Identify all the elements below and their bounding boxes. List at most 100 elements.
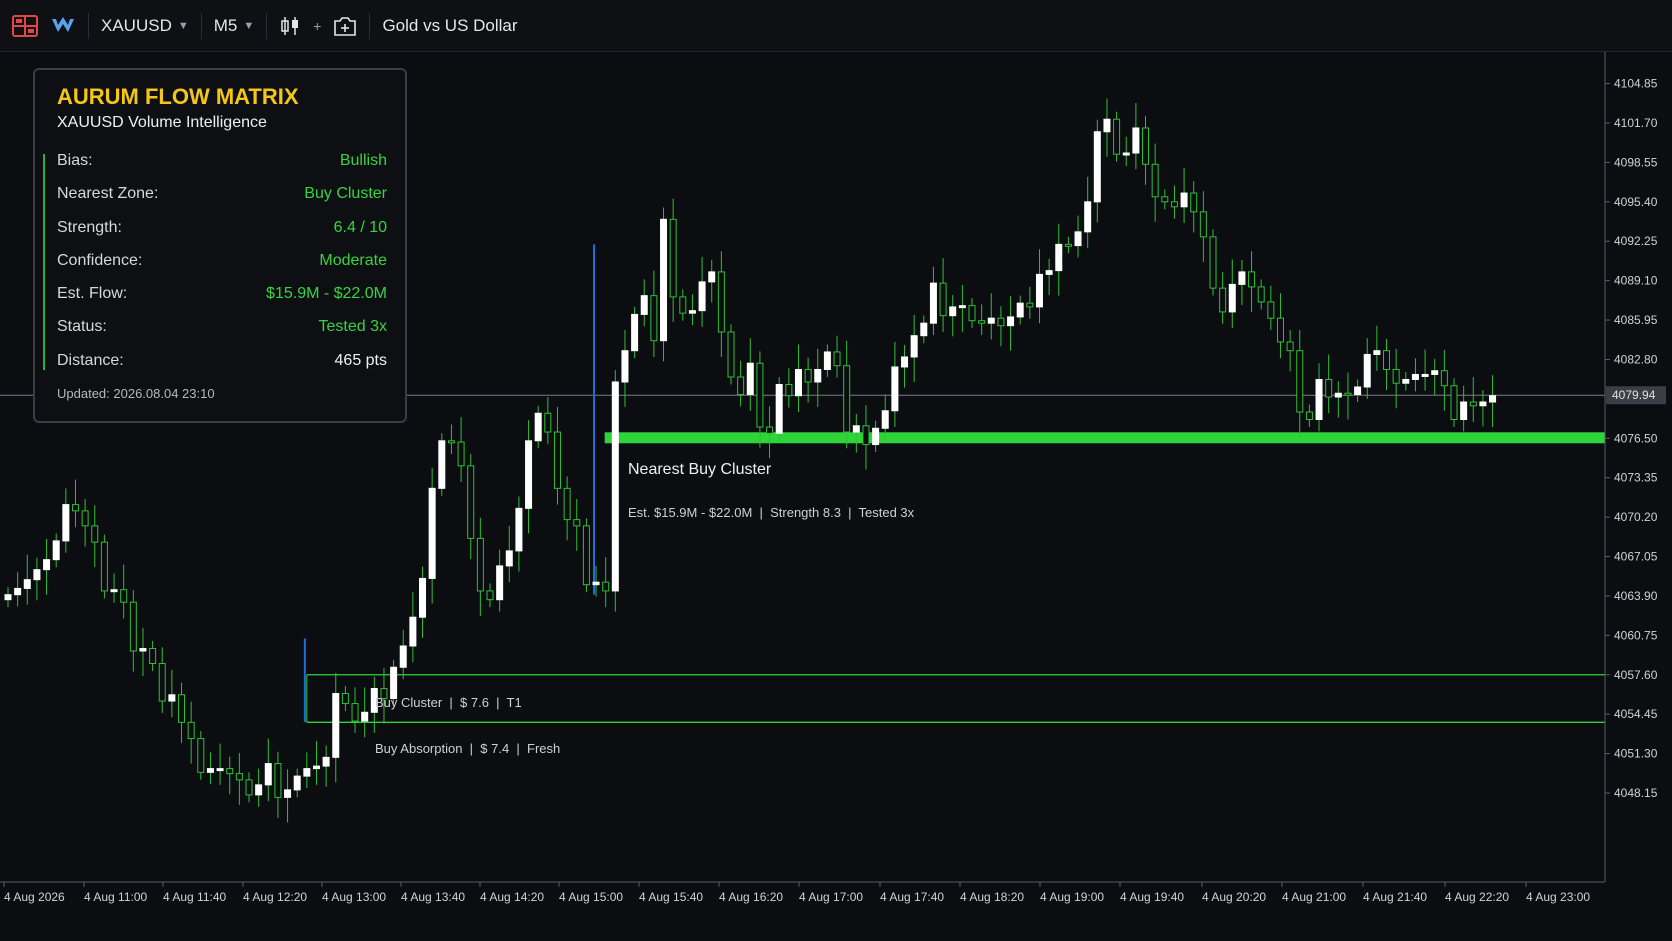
candle-body bbox=[1469, 401, 1477, 407]
candle-body bbox=[457, 441, 465, 467]
candle-body bbox=[746, 362, 754, 395]
candle-body bbox=[1325, 378, 1333, 398]
candle-body bbox=[1450, 385, 1458, 421]
panel-row-strength: Strength: 6.4 / 10 bbox=[57, 219, 387, 243]
time-label: 4 Aug 19:40 bbox=[1120, 890, 1184, 904]
candle-body bbox=[688, 310, 696, 314]
candle-body bbox=[1161, 196, 1169, 203]
candle-body bbox=[332, 693, 340, 758]
candle-body bbox=[62, 504, 70, 542]
candle-body bbox=[1431, 370, 1439, 375]
add-indicator-icon[interactable]: + bbox=[313, 18, 321, 34]
price-label: 4092.25 bbox=[1614, 234, 1658, 248]
candle-body bbox=[958, 305, 966, 309]
candle-body bbox=[1074, 231, 1082, 247]
candle-body bbox=[1296, 350, 1304, 413]
candle-body bbox=[178, 694, 186, 723]
candle-body bbox=[910, 335, 918, 358]
time-label: 4 Aug 22:20 bbox=[1445, 890, 1509, 904]
price-label: 4076.50 bbox=[1614, 431, 1658, 445]
candle-body bbox=[255, 784, 263, 796]
candle-body bbox=[226, 768, 234, 775]
price-label: 4063.90 bbox=[1614, 589, 1658, 603]
broker-logo-icon[interactable] bbox=[50, 16, 76, 36]
candle-body bbox=[419, 577, 427, 618]
candle-body bbox=[1305, 411, 1313, 421]
time-label: 4 Aug 21:00 bbox=[1282, 890, 1346, 904]
time-label: 4 Aug 2026 bbox=[4, 890, 65, 904]
candle-body bbox=[978, 320, 986, 324]
candle-body bbox=[1007, 316, 1015, 327]
price-label: 4051.30 bbox=[1614, 747, 1658, 761]
candle-body bbox=[1276, 317, 1284, 343]
time-label: 4 Aug 19:00 bbox=[1040, 890, 1104, 904]
candle-body bbox=[110, 589, 118, 593]
symbol-label: XAUUSD bbox=[101, 15, 172, 35]
candle-body bbox=[1354, 386, 1362, 395]
candle-body bbox=[1334, 392, 1342, 398]
candle-body bbox=[341, 693, 349, 705]
candle-body bbox=[737, 376, 745, 395]
candle-body bbox=[939, 282, 947, 317]
candle-body bbox=[804, 368, 812, 383]
panel-title: AURUM FLOW MATRIX bbox=[57, 84, 299, 109]
time-label: 4 Aug 17:00 bbox=[799, 890, 863, 904]
candle-body bbox=[438, 440, 446, 489]
candle-body bbox=[1103, 118, 1111, 133]
candle-body bbox=[1084, 201, 1092, 233]
candle-body bbox=[1064, 243, 1072, 247]
candle-body bbox=[361, 711, 369, 722]
candle-body bbox=[987, 317, 995, 324]
candle-body bbox=[197, 738, 205, 773]
candle-body bbox=[1122, 152, 1130, 156]
candle-body bbox=[4, 594, 12, 601]
candle-body bbox=[862, 425, 870, 446]
candle-body bbox=[23, 579, 31, 589]
candle-body bbox=[168, 694, 176, 702]
candle-body bbox=[1373, 350, 1381, 355]
candle-body bbox=[1016, 302, 1024, 318]
time-label: 4 Aug 14:20 bbox=[480, 890, 544, 904]
candle-body bbox=[351, 703, 359, 722]
candle-body bbox=[582, 525, 590, 586]
candle-body bbox=[1209, 236, 1217, 289]
candle-body bbox=[1055, 243, 1063, 272]
panel-row-zone: Nearest Zone: Buy Cluster bbox=[57, 185, 387, 209]
candle-body bbox=[245, 779, 253, 796]
price-label: 4060.75 bbox=[1614, 628, 1658, 642]
candle-body bbox=[929, 282, 937, 324]
candle-body bbox=[1344, 392, 1352, 396]
time-label: 4 Aug 16:20 bbox=[719, 890, 783, 904]
candle-body bbox=[573, 519, 581, 527]
candle-body bbox=[149, 647, 157, 665]
candle-body bbox=[1228, 283, 1236, 313]
screenshot-icon[interactable] bbox=[333, 15, 357, 37]
zone-value: Buy Cluster bbox=[304, 185, 387, 202]
symbol-selector[interactable]: XAUUSD ▼ bbox=[101, 16, 189, 36]
candle-body bbox=[544, 412, 552, 433]
candle-body bbox=[43, 559, 51, 571]
candle-body bbox=[553, 431, 561, 489]
candle-body bbox=[1411, 373, 1419, 380]
time-label: 4 Aug 15:40 bbox=[639, 890, 703, 904]
bias-label: Bias: bbox=[57, 152, 93, 169]
candle-body bbox=[852, 425, 860, 433]
candle-body bbox=[399, 645, 407, 668]
candle-body bbox=[52, 540, 60, 561]
panel-subtitle: XAUUSD Volume Intelligence bbox=[57, 114, 267, 131]
candle-body bbox=[534, 412, 542, 442]
distance-value: 465 pts bbox=[334, 352, 387, 369]
candle-body bbox=[505, 550, 513, 567]
distance-label: Distance: bbox=[57, 352, 124, 369]
layout-grid-icon[interactable] bbox=[12, 14, 38, 37]
candle-body bbox=[284, 789, 292, 798]
timeframe-selector[interactable]: M5 ▼ bbox=[214, 16, 255, 36]
price-label: 4070.20 bbox=[1614, 510, 1658, 524]
price-label: 4057.60 bbox=[1614, 668, 1658, 682]
candle-body bbox=[293, 775, 301, 791]
candle-body bbox=[187, 721, 195, 740]
candlestick-type-icon[interactable] bbox=[279, 15, 301, 37]
time-label: 4 Aug 18:20 bbox=[960, 890, 1024, 904]
candle-body bbox=[920, 322, 928, 337]
candle-body bbox=[1460, 401, 1468, 421]
